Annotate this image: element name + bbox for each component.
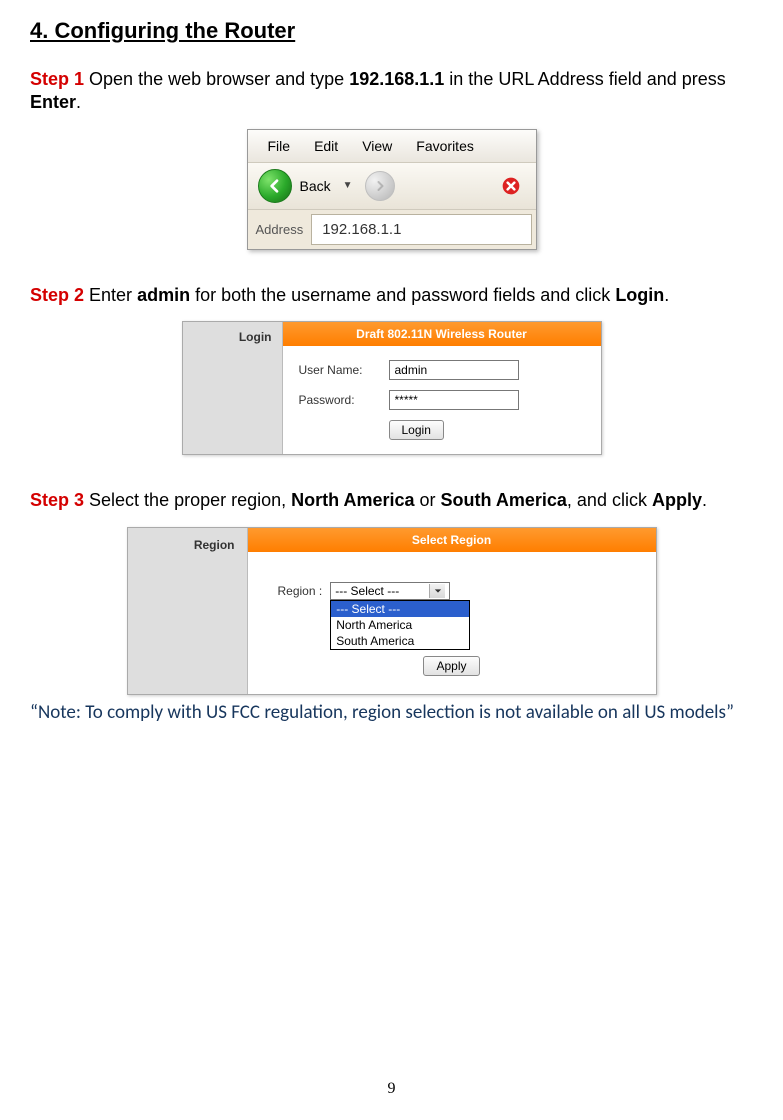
login-side-label: Login xyxy=(183,322,283,454)
stop-icon xyxy=(501,176,521,196)
section-heading: 4. Configuring the Router xyxy=(30,18,753,44)
region-select-value: --- Select --- xyxy=(335,584,399,598)
step3-t2: or xyxy=(415,490,441,510)
step-2-paragraph: Step 2 Enter admin for both the username… xyxy=(30,284,753,307)
step3-na: North America xyxy=(291,490,414,510)
address-label: Address xyxy=(256,222,304,237)
address-input[interactable] xyxy=(311,214,532,245)
step3-sa: South America xyxy=(441,490,567,510)
region-option-north-america[interactable]: North America xyxy=(331,617,469,633)
stop-button[interactable] xyxy=(496,171,526,201)
step-2-label: Step 2 xyxy=(30,285,84,305)
step-3-paragraph: Step 3 Select the proper region, North A… xyxy=(30,489,753,512)
step2-admin: admin xyxy=(137,285,190,305)
step-3-label: Step 3 xyxy=(30,490,84,510)
username-label: User Name: xyxy=(299,363,379,377)
login-button[interactable]: Login xyxy=(389,420,444,440)
apply-button[interactable]: Apply xyxy=(423,656,479,676)
password-input[interactable] xyxy=(389,390,519,410)
login-panel-header: Draft 802.11N Wireless Router xyxy=(283,322,601,346)
step2-t2: for both the username and password field… xyxy=(190,285,615,305)
step-1-label: Step 1 xyxy=(30,69,84,89)
region-label: Region : xyxy=(278,584,323,598)
region-select[interactable]: --- Select --- xyxy=(330,582,450,600)
step3-apply: Apply xyxy=(652,490,702,510)
step2-t1: Enter xyxy=(84,285,137,305)
back-label: Back xyxy=(300,178,331,194)
arrow-right-icon xyxy=(374,180,386,192)
fcc-note: “Note: To comply with US FCC regulation,… xyxy=(30,701,753,725)
step1-t3: . xyxy=(76,92,81,112)
menu-favorites[interactable]: Favorites xyxy=(406,136,484,156)
back-dropdown-icon[interactable]: ▼ xyxy=(339,180,357,191)
step1-enter: Enter xyxy=(30,92,76,112)
step2-t3: . xyxy=(664,285,669,305)
chevron-down-icon xyxy=(429,584,445,598)
step3-t4: . xyxy=(702,490,707,510)
region-option-south-america[interactable]: South America xyxy=(331,633,469,649)
step1-ip: 192.168.1.1 xyxy=(349,69,444,89)
browser-menu-bar: File Edit View Favorites xyxy=(248,130,536,163)
arrow-left-icon xyxy=(267,178,283,194)
step3-t3: , and click xyxy=(567,490,652,510)
menu-file[interactable]: File xyxy=(258,136,301,156)
password-label: Password: xyxy=(299,393,379,407)
region-panel-figure: Region Select Region Region : --- Select… xyxy=(127,527,657,695)
step3-t1: Select the proper region, xyxy=(84,490,291,510)
region-option-select[interactable]: --- Select --- xyxy=(331,601,469,617)
back-button[interactable] xyxy=(258,169,292,203)
region-options-list: --- Select --- North America South Ameri… xyxy=(330,600,470,650)
login-panel-figure: Login Draft 802.11N Wireless Router User… xyxy=(182,321,602,455)
step2-login: Login xyxy=(615,285,664,305)
step1-t1: Open the web browser and type xyxy=(84,69,349,89)
page-number: 9 xyxy=(0,1080,783,1098)
menu-edit[interactable]: Edit xyxy=(304,136,348,156)
menu-view[interactable]: View xyxy=(352,136,402,156)
step1-t2: in the URL Address field and press xyxy=(444,69,726,89)
region-panel-header: Select Region xyxy=(248,528,656,552)
forward-button[interactable] xyxy=(365,171,395,201)
username-input[interactable] xyxy=(389,360,519,380)
browser-toolbar-figure: File Edit View Favorites Back ▼ Address xyxy=(247,129,537,250)
region-side-label: Region xyxy=(128,528,248,694)
step-1-paragraph: Step 1 Open the web browser and type 192… xyxy=(30,68,753,115)
